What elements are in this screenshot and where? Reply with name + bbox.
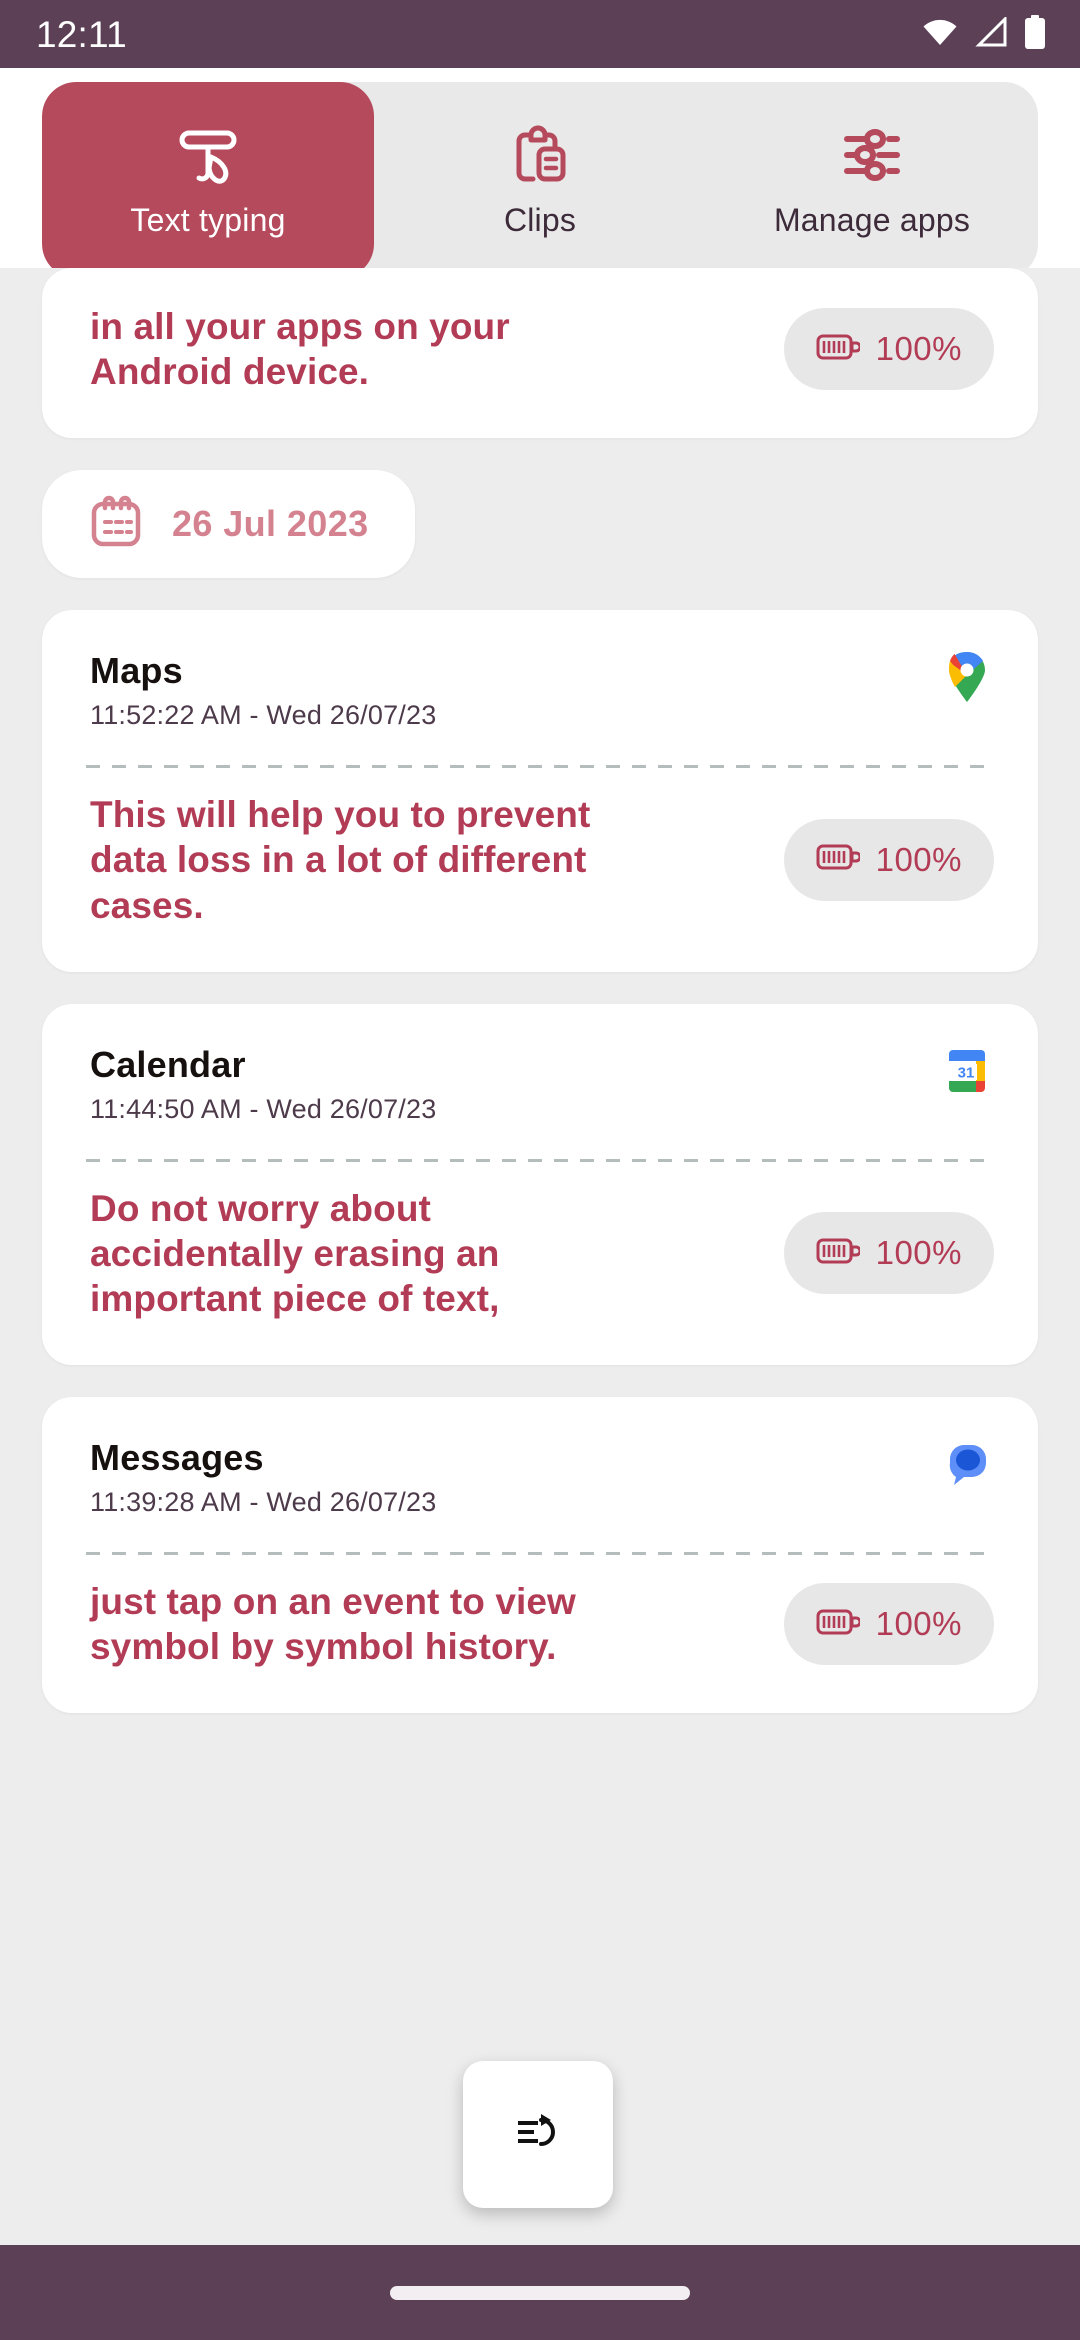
battery-chip: 100%: [783, 1583, 994, 1666]
date-chip[interactable]: 26 Jul 2023: [42, 470, 415, 579]
tabbar-container: Text typing Clips Manage apps: [0, 68, 1080, 278]
entry-timestamp: 11:44:50 AM - Wed 26/07/23: [90, 1093, 437, 1124]
entry-snippet: in all your apps on your Android device.: [90, 306, 510, 393]
calendar-icon: [88, 494, 144, 555]
battery-level-icon: [816, 332, 862, 367]
battery-chip: 100%: [783, 1212, 994, 1295]
battery-level-label: 100%: [875, 1605, 962, 1643]
entry-app-name: Calendar: [90, 1043, 246, 1085]
battery-level-label: 100%: [875, 1234, 962, 1272]
entry-card-partial[interactable]: in all your apps on your Android device.…: [42, 268, 1038, 439]
date-chip-label: 26 Jul 2023: [172, 503, 369, 545]
battery-level-icon: [816, 1236, 862, 1271]
text-typing-icon: [179, 122, 237, 188]
navigation-bar: [0, 2245, 1080, 2340]
status-clock: 12:11: [36, 13, 127, 55]
entry-app-name: Messages: [90, 1437, 264, 1478]
tab-manage-apps[interactable]: Manage apps: [706, 82, 1038, 278]
home-gesture-pill[interactable]: [390, 2285, 690, 2300]
google-messages-icon: [944, 1441, 990, 1487]
tab-label-clips: Clips: [503, 201, 577, 238]
tab-label-manage-apps: Manage apps: [773, 201, 971, 238]
battery-chip: 100%: [783, 308, 994, 391]
entry-timestamp: 11:52:22 AM - Wed 26/07/23: [90, 700, 437, 731]
svg-text:31: 31: [958, 1064, 975, 1081]
tab-bar: Text typing Clips Manage apps: [42, 82, 1038, 278]
battery-level-icon: [816, 1607, 862, 1642]
entry-timestamp: 11:39:28 AM - Wed 26/07/23: [90, 1487, 437, 1517]
clipboard-icon: [511, 122, 569, 188]
entry-card-messages[interactable]: Messages 11:39:28 AM - Wed 26/07/23 just…: [42, 1397, 1038, 1714]
status-icons: [922, 14, 1046, 54]
tab-clips[interactable]: Clips: [374, 82, 706, 278]
entry-card-maps[interactable]: Maps 11:52:22 AM - Wed 26/07/23 This wil…: [42, 610, 1038, 972]
battery-level-label: 100%: [875, 330, 962, 368]
cell-signal-icon: [975, 14, 1007, 52]
entry-list[interactable]: in all your apps on your Android device.…: [0, 268, 1080, 2289]
entry-app-name: Maps: [90, 650, 183, 692]
entry-snippet: Do not worry about accidentally erasing …: [90, 1187, 500, 1319]
entry-snippet: This will help you to prevent data loss …: [90, 794, 591, 926]
battery-level-label: 100%: [875, 840, 962, 878]
wifi-icon: [922, 18, 958, 51]
restore-text-icon: [513, 2110, 563, 2159]
google-maps-icon: [944, 652, 990, 703]
entry-card-calendar[interactable]: Calendar 11:44:50 AM - Wed 26/07/23 31 D…: [42, 1003, 1038, 1365]
restore-text-floating-button[interactable]: [463, 2061, 613, 2208]
battery-chip: 100%: [783, 818, 994, 901]
tab-text-typing[interactable]: Text typing: [42, 82, 374, 278]
sliders-icon: [841, 122, 903, 188]
entry-snippet: just tap on an event to view symbol by s…: [90, 1581, 576, 1668]
tab-label-text-typing: Text typing: [130, 201, 286, 238]
battery-level-icon: [816, 842, 862, 877]
google-calendar-icon: 31: [944, 1048, 990, 1094]
status-bar: 12:11: [0, 0, 1080, 68]
battery-icon: [1024, 14, 1046, 54]
